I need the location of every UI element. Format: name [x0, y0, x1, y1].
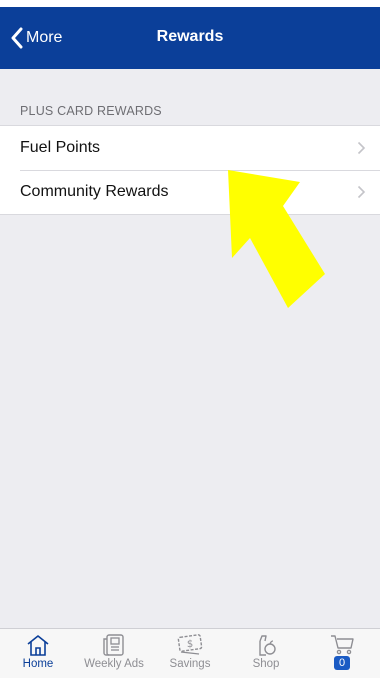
arrow-icon [228, 170, 325, 308]
tab-home[interactable]: Home [0, 629, 76, 678]
chevron-right-icon [357, 141, 366, 155]
cart-icon [331, 635, 354, 655]
tab-savings-label: Savings [169, 658, 211, 670]
fuel-points-label: Fuel Points [20, 139, 101, 156]
tab-bar: Home Weekly Ads $ Savings Shop 0 [0, 628, 380, 678]
navigation-bar: More Rewards [0, 7, 380, 69]
fuel-points-row[interactable]: Fuel Points [0, 126, 380, 170]
tab-cart[interactable]: 0 [304, 629, 380, 678]
tab-savings[interactable]: $ Savings [152, 629, 228, 678]
cart-count-badge: 0 [334, 656, 350, 670]
status-bar [0, 0, 380, 7]
tab-weekly-ads[interactable]: Weekly Ads [76, 629, 152, 678]
tab-shop-label: Shop [252, 658, 280, 670]
home-icon [27, 635, 49, 656]
page-title: Rewards [156, 28, 224, 45]
coupon-icon: $ [177, 634, 203, 655]
shop-bag-icon [259, 635, 276, 656]
tab-weekly-ads-label: Weekly Ads [84, 658, 144, 670]
chevron-right-icon [357, 185, 366, 199]
section-header: PLUS CARD REWARDS [20, 104, 162, 118]
svg-text:$: $ [187, 639, 193, 650]
tab-home-label: Home [22, 658, 54, 670]
tab-shop[interactable]: Shop [228, 629, 304, 678]
weekly-ad-icon [103, 634, 124, 656]
community-rewards-label: Community Rewards [20, 183, 169, 200]
